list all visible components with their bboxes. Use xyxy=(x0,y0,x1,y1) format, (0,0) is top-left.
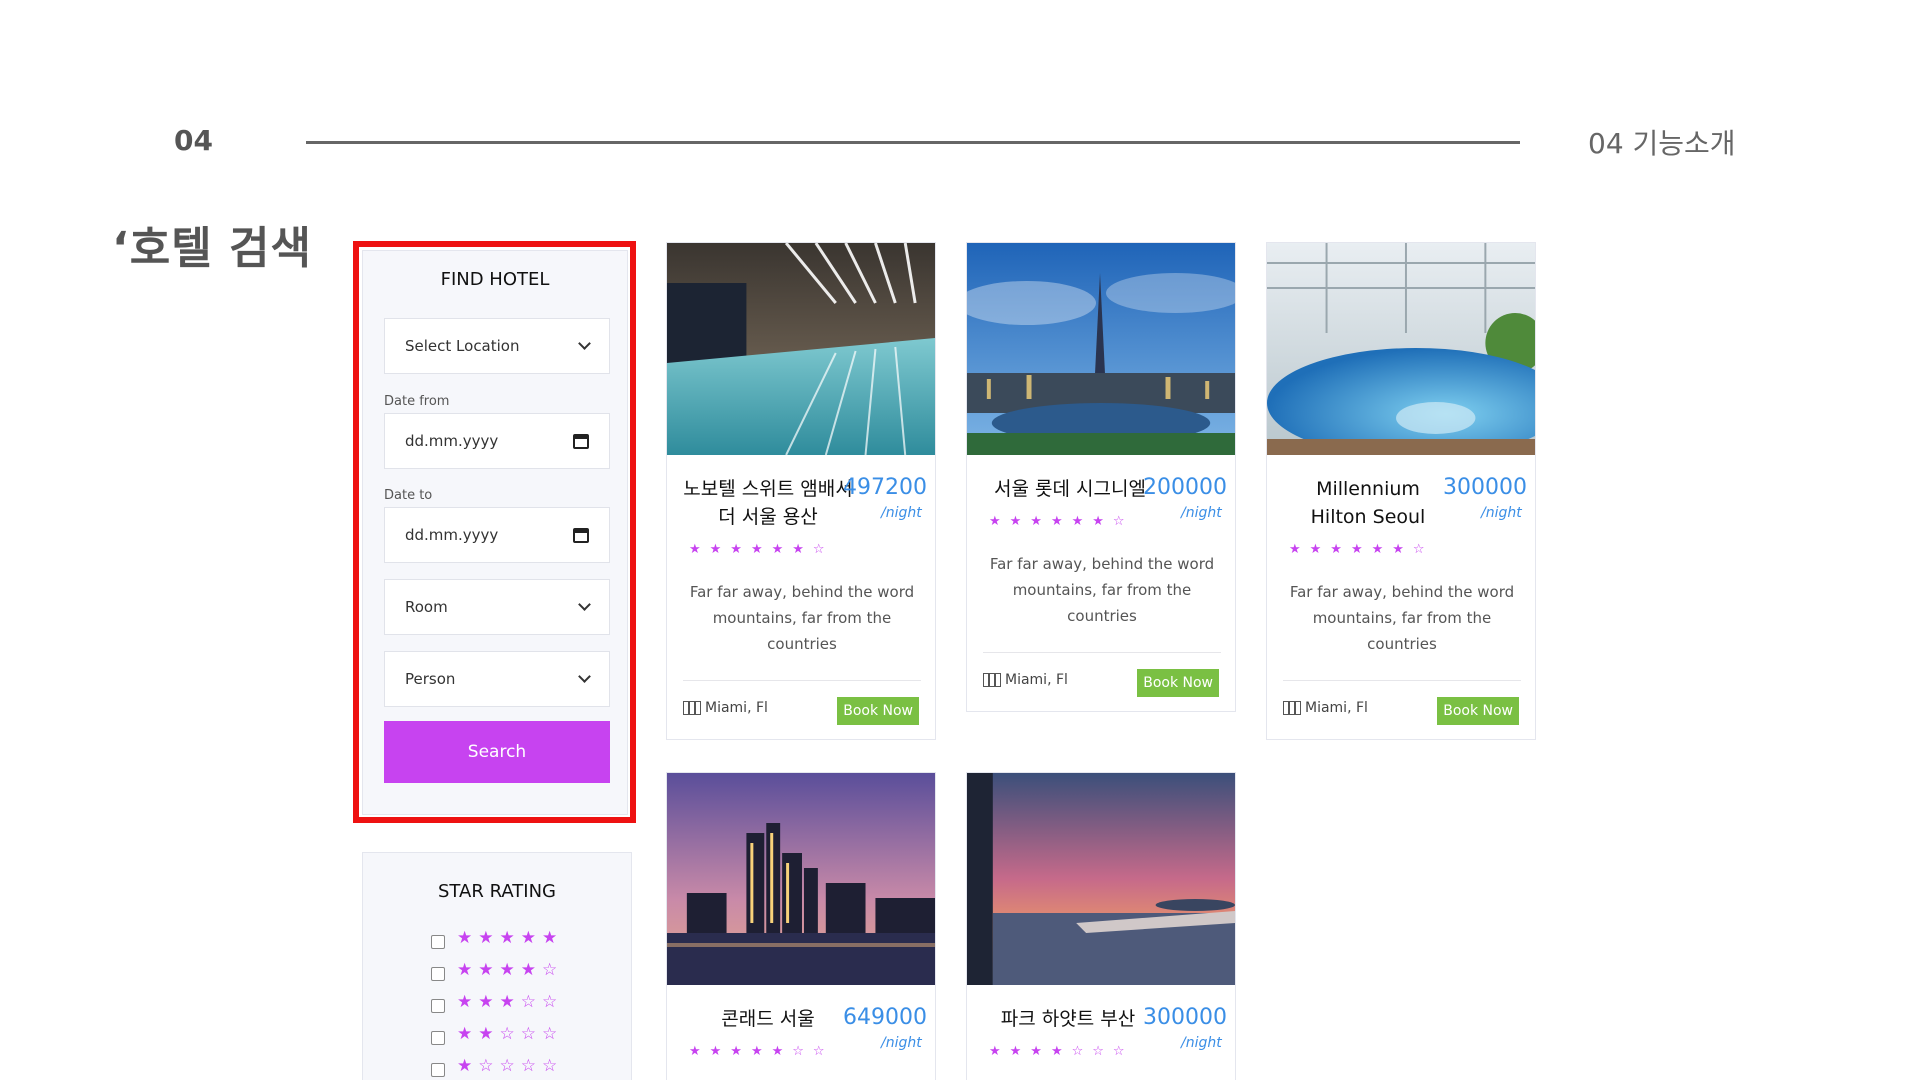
hotel-price: 649000 xyxy=(843,1005,927,1030)
slide-number: 04 xyxy=(174,124,213,157)
hotel-price: 300000 xyxy=(1443,475,1527,500)
per-night-label: /night xyxy=(1181,505,1222,521)
card-divider xyxy=(983,652,1221,653)
rating-option-5[interactable]: ★★★★★ xyxy=(431,927,563,949)
per-night-label: /night xyxy=(1181,1035,1222,1051)
hotel-name[interactable]: 노보텔 스위트 앰배서 더 서울 용산 xyxy=(683,475,853,531)
rating-checkbox[interactable] xyxy=(431,999,445,1013)
hotel-card[interactable]: Millennium Hilton Seoul 300000 /night ★★… xyxy=(1266,242,1536,740)
hotel-name[interactable]: 콘래드 서울 xyxy=(683,1005,853,1033)
hotel-name[interactable]: 파크 하얏트 부산 xyxy=(983,1005,1153,1033)
header-divider xyxy=(306,141,1520,144)
hotel-photo-skyline[interactable] xyxy=(667,773,935,985)
map-icon xyxy=(983,673,1001,687)
book-now-button[interactable]: Book Now xyxy=(837,697,919,725)
hotel-name[interactable]: Millennium Hilton Seoul xyxy=(1283,475,1453,531)
star-icons: ★★★☆☆ xyxy=(457,992,564,1012)
hotel-name[interactable]: 서울 롯데 시그니엘 xyxy=(985,475,1155,503)
star-icons: ★★★★☆☆☆ xyxy=(989,1044,1134,1059)
star-icons: ★☆☆☆☆ xyxy=(457,1056,564,1076)
page-title: ‘호텔 검색 xyxy=(112,223,312,274)
per-night-label: /night xyxy=(881,505,922,521)
rating-option-4[interactable]: ★★★★☆ xyxy=(431,959,563,981)
star-icons: ★★★★★★☆ xyxy=(989,514,1134,529)
hotel-price: 497200 xyxy=(843,475,927,500)
star-icons: ★★★★★ xyxy=(457,928,564,948)
rating-option-3[interactable]: ★★★☆☆ xyxy=(431,991,563,1013)
book-now-button[interactable]: Book Now xyxy=(1437,697,1519,725)
hotel-card[interactable]: 서울 롯데 시그니엘 200000 /night ★★★★★★☆ Far far… xyxy=(966,242,1236,712)
per-night-label: /night xyxy=(881,1035,922,1051)
hotel-card[interactable]: 파크 하얏트 부산 300000 /night ★★★★☆☆☆ xyxy=(966,772,1236,1080)
hotel-photo-sunset[interactable] xyxy=(967,773,1235,985)
star-rating-title: STAR RATING xyxy=(438,881,556,902)
star-icons: ★★★★☆ xyxy=(457,960,564,980)
card-divider xyxy=(683,680,921,681)
hotel-card[interactable]: 노보텔 스위트 앰배서 더 서울 용산 497200 /night ★★★★★★… xyxy=(666,242,936,740)
map-icon xyxy=(1283,701,1301,715)
star-icons: ★★★★★★☆ xyxy=(689,542,834,557)
rating-option-2[interactable]: ★★☆☆☆ xyxy=(431,1023,563,1045)
hotel-price: 300000 xyxy=(1143,1005,1227,1030)
star-rating-panel: STAR RATING ★★★★★ ★★★★☆ ★★★☆☆ ★★☆☆☆ ★☆☆☆… xyxy=(362,852,632,1080)
hotel-location: Miami, Fl xyxy=(983,672,1068,688)
hotel-price: 200000 xyxy=(1143,475,1227,500)
star-icons: ★★☆☆☆ xyxy=(457,1024,564,1044)
book-now-button[interactable]: Book Now xyxy=(1137,669,1219,697)
hotel-photo-city[interactable] xyxy=(967,243,1235,455)
hotel-description: Far far away, behind the word mountains,… xyxy=(689,583,915,653)
hotel-description: Far far away, behind the word mountains,… xyxy=(989,555,1215,625)
card-divider xyxy=(1283,680,1521,681)
hotel-location: Miami, Fl xyxy=(683,700,768,716)
star-icons: ★★★★★★☆ xyxy=(1289,542,1434,557)
rating-option-1[interactable]: ★☆☆☆☆ xyxy=(431,1055,563,1077)
rating-checkbox[interactable] xyxy=(431,935,445,949)
hotel-photo-pool[interactable] xyxy=(667,243,935,455)
map-icon xyxy=(683,701,701,715)
highlight-box xyxy=(353,241,636,823)
hotel-description: Far far away, behind the word mountains,… xyxy=(1289,583,1515,653)
rating-checkbox[interactable] xyxy=(431,967,445,981)
rating-checkbox[interactable] xyxy=(431,1063,445,1077)
hotel-card[interactable]: 콘래드 서울 649000 /night ★★★★★☆☆ xyxy=(666,772,936,1080)
per-night-label: /night xyxy=(1481,505,1522,521)
star-icons: ★★★★★☆☆ xyxy=(689,1044,834,1059)
hotel-photo-pool[interactable] xyxy=(1267,243,1535,455)
rating-checkbox[interactable] xyxy=(431,1031,445,1045)
section-title: 04 기능소개 xyxy=(1588,127,1736,160)
hotel-location: Miami, Fl xyxy=(1283,700,1368,716)
